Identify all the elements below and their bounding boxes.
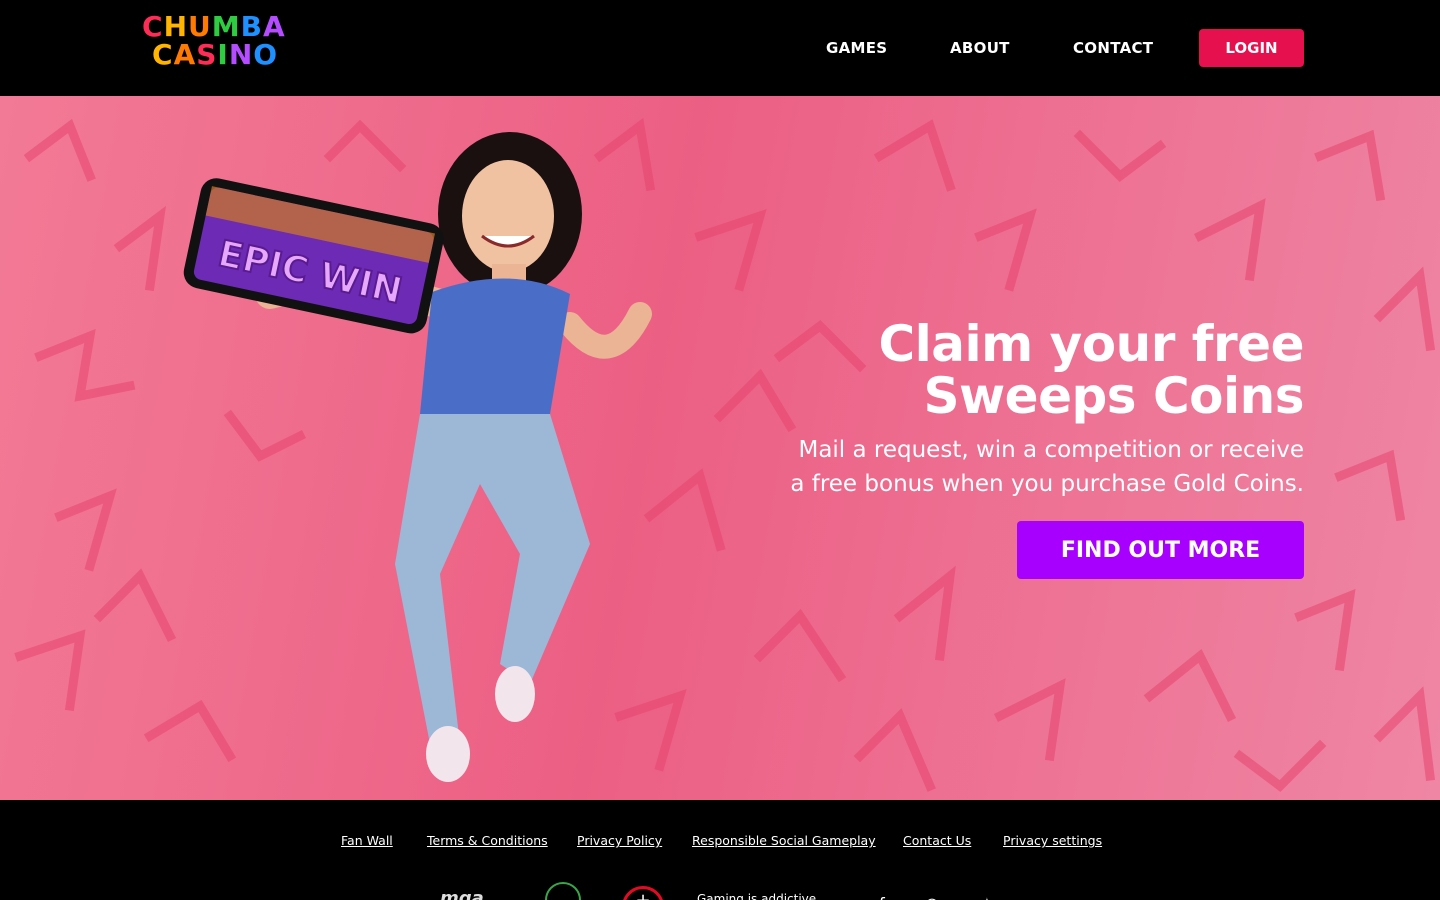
hero-banner: EPIC WIN Claim your free Sweeps Coins Ma… [0, 96, 1440, 800]
hero-subtitle-line2: a free bonus when you purchase Gold Coin… [790, 471, 1304, 497]
footer-links: Fan Wall Terms & Conditions Privacy Poli… [0, 833, 1440, 853]
hero-title-line1: Claim your free [878, 315, 1304, 373]
gaming-notice: Gaming is addictive [697, 892, 817, 900]
site-footer: Fan Wall Terms & Conditions Privacy Poli… [0, 800, 1440, 900]
age-restriction-badge-icon[interactable]: + [622, 886, 664, 900]
nav-about[interactable]: ABOUT [950, 39, 1010, 57]
hero-subtitle-line1: Mail a request, win a competition or rec… [798, 437, 1304, 463]
login-button[interactable]: LOGIN [1199, 29, 1304, 67]
logo-line1: CHUMBA [142, 10, 286, 43]
hero-subtitle: Mail a request, win a competition or rec… [790, 433, 1304, 501]
find-out-more-button[interactable]: FIND OUT MORE [1017, 521, 1304, 579]
chumba-casino-logo[interactable]: CHUMBA CASINO [140, 10, 290, 76]
nav-contact[interactable]: CONTACT [1073, 39, 1153, 57]
footer-link-contact-us[interactable]: Contact Us [903, 833, 971, 848]
site-header: CHUMBA CASINO GAMES ABOUT CONTACT LOGIN [0, 0, 1440, 96]
hero-title-line2: Sweeps Coins [923, 367, 1304, 425]
hero-title: Claim your free Sweeps Coins [878, 318, 1304, 422]
footer-link-fan-wall[interactable]: Fan Wall [341, 833, 393, 848]
instagram-icon[interactable]: ◎ [921, 894, 943, 900]
footer-link-terms[interactable]: Terms & Conditions [427, 833, 548, 848]
woman-jumping-with-phone-image: EPIC WIN [183, 132, 652, 782]
footer-link-privacy-settings[interactable]: Privacy settings [1003, 833, 1102, 848]
twitter-icon[interactable]: ✦ [976, 894, 998, 900]
certification-badge-icon[interactable] [545, 882, 581, 900]
logo-line2: CASINO [152, 38, 279, 71]
nav-games[interactable]: GAMES [826, 39, 887, 57]
footer-badges: mga + Gaming is addictive f ◎ ✦ [0, 882, 1440, 900]
mga-logo[interactable]: mga [440, 888, 484, 900]
facebook-icon[interactable]: f [871, 894, 893, 900]
footer-link-responsible-gameplay[interactable]: Responsible Social Gameplay [692, 833, 876, 848]
footer-link-privacy-policy[interactable]: Privacy Policy [577, 833, 662, 848]
